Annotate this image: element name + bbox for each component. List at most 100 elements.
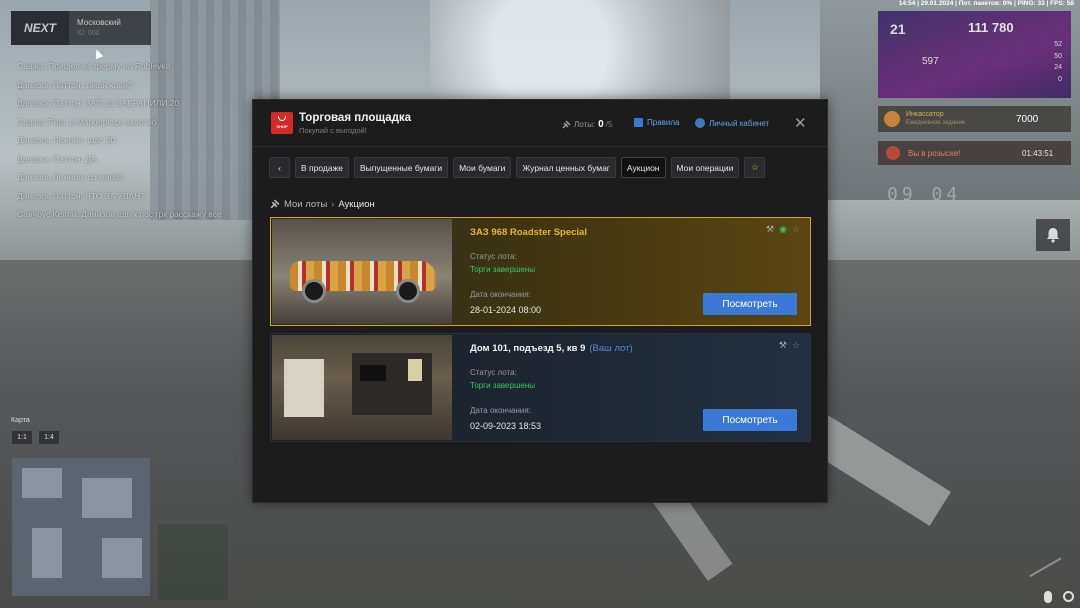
- lot-status: Торги завершены: [470, 265, 535, 274]
- breadcrumb-separator: ›: [331, 199, 335, 210]
- chat-line: Сашка: Пришел на ферму на Rublevka: [17, 61, 171, 71]
- microphone-icon[interactable]: [1044, 591, 1052, 603]
- lot-card: ЗАЗ 968 Roadster Special Статус лота: То…: [270, 217, 811, 326]
- wanted-banner: Вы в розыске! 01:43:51: [878, 141, 1071, 165]
- player-armor: 597: [922, 56, 939, 67]
- tab-my-securities[interactable]: Мои бумаги: [453, 157, 512, 178]
- server-id: ID: 000: [77, 30, 100, 37]
- shop-icon-label: SHOP: [276, 123, 288, 129]
- chat-line: Даниэль Паттон: такой клан?: [17, 79, 133, 90]
- chat-line: Даниэль Паттон: ЗАП 26 ЗАБРАНИЛИ 20: [17, 98, 180, 108]
- window-subtitle: Покупай с выгодой!: [299, 126, 367, 135]
- gavel-icon: [270, 199, 280, 209]
- window-header: SHOP Торговая площадка Покупай с выгодой…: [253, 100, 827, 147]
- lot-date-label: Дата окончания:: [470, 406, 531, 415]
- lot-date-label: Дата окончания:: [470, 290, 531, 299]
- stat-value: 0: [1058, 75, 1062, 83]
- lot-card: Дом 101, подъезд 5, кв 9 (Ваш лот) Статус…: [270, 333, 811, 442]
- lot-status: Торги завершены: [470, 381, 535, 390]
- player-money: 111 780: [968, 20, 1014, 35]
- map-block: [82, 478, 132, 518]
- radio-icon[interactable]: [1063, 591, 1074, 602]
- chat-line: Даниэль Лежнин: со мной?: [17, 172, 124, 182]
- wanted-label: Вы в розыске!: [908, 148, 961, 158]
- map-label: Карта: [11, 417, 30, 424]
- map-zoom-1-1[interactable]: 1:1: [12, 431, 32, 444]
- chat-log: Сашка: Пришел на ферму на Rublevka Даниэ…: [17, 57, 267, 224]
- stat-value: 50: [1054, 52, 1062, 60]
- quest-icon: [884, 111, 900, 127]
- map-zoom-1-4[interactable]: 1:4: [39, 431, 59, 444]
- map-block: [102, 538, 142, 578]
- siren-icon: [886, 146, 900, 160]
- stat-value: 52: [1054, 41, 1062, 48]
- favorites-star-button[interactable]: ☆: [744, 157, 766, 178]
- lot-status-label: Статус лота:: [470, 252, 517, 261]
- signal-icon: ◉: [779, 224, 787, 234]
- quest-subtitle: Ежедневное задание: [906, 120, 966, 126]
- lots-counter: Лоты: 0 /5: [561, 119, 612, 130]
- lot-name: Дом 101, подъезд 5, кв 9 (Ваш лот): [470, 343, 633, 354]
- tab-auction[interactable]: Аукцион: [620, 157, 666, 178]
- marketplace-window: SHOP Торговая площадка Покупай с выгодой…: [252, 99, 828, 503]
- lots-label: Лоты:: [574, 120, 596, 129]
- breadcrumb: Мои лоты › Аукцион: [269, 199, 375, 210]
- own-lot-badge: (Ваш лот): [589, 343, 633, 354]
- server-logo: NEXT: [11, 11, 69, 45]
- tab-bar: ‹ В продаже Выпущенные бумаги Мои бумаги…: [269, 157, 770, 178]
- lot-image: [272, 219, 452, 324]
- daily-quest[interactable]: Инкассатор Ежедневное задание 7000: [878, 106, 1071, 132]
- quest-title: Инкассатор: [906, 111, 944, 118]
- close-button[interactable]: ✕: [794, 114, 807, 132]
- bell-icon: [1047, 228, 1059, 243]
- server-name: Московский: [77, 18, 121, 27]
- lot-date: 28-01-2024 08:00: [470, 305, 542, 315]
- shop-icon: SHOP: [271, 112, 293, 134]
- personal-cabinet-link[interactable]: Личный кабинет: [695, 118, 769, 128]
- star-icon[interactable]: ☆: [792, 340, 800, 351]
- minimap[interactable]: [12, 458, 150, 596]
- lot-image: [272, 335, 452, 440]
- breadcrumb-my-lots[interactable]: Мои лоты: [284, 199, 327, 210]
- quest-reward: 7000: [1016, 113, 1039, 125]
- lots-total: /5: [605, 120, 613, 129]
- status-bar: 14:54 | 29.01.2024 | Пот. пакетов: 0% | …: [898, 0, 1074, 7]
- wanted-timer: 01:43:51: [1022, 148, 1054, 158]
- tab-my-operations[interactable]: Мои операции: [670, 157, 740, 178]
- game-clock: 09 04: [887, 184, 962, 205]
- rules-label: Правила: [647, 118, 680, 127]
- star-icon[interactable]: ☆: [792, 224, 800, 235]
- quick-slots: [158, 524, 228, 600]
- tab-securities-journal[interactable]: Журнал ценных бумаг: [516, 157, 616, 178]
- gavel-icon: ⚒: [765, 224, 775, 234]
- gavel-icon: [562, 119, 571, 129]
- document-icon: [634, 118, 643, 127]
- window-title: Торговая площадка: [299, 112, 412, 124]
- lot-date: 02-09-2023 18:53: [470, 421, 542, 431]
- view-button[interactable]: Посмотреть: [703, 293, 797, 315]
- player-stats-panel: 21 111 780 597 52 50 24 0: [878, 11, 1071, 98]
- back-button[interactable]: ‹: [269, 157, 290, 178]
- map-block: [22, 468, 62, 498]
- cabinet-label: Личный кабинет: [709, 118, 770, 128]
- tab-on-sale[interactable]: В продаже: [295, 157, 350, 178]
- player-level: 21: [890, 21, 906, 37]
- lot-status-label: Статус лота:: [470, 368, 517, 377]
- server-badge: NEXT Московский ID: 000: [11, 11, 151, 45]
- lot-name: ЗАЗ 968 Roadster Special: [470, 227, 587, 238]
- map-block: [32, 528, 62, 578]
- chat-line: Сашка: Paul: в Marketplace завозно: [17, 116, 157, 127]
- lot-title: Дом 101, подъезд 5, кв 9: [470, 343, 586, 354]
- notification-button[interactable]: [1036, 219, 1070, 251]
- gavel-icon: ⚒: [778, 340, 787, 350]
- chat-line: Даниэль Паттон: ДА: [17, 153, 97, 164]
- chat-line: Санчоус Келли: Даниэль едь к пос грк рас…: [17, 209, 222, 219]
- rules-link[interactable]: Правила: [634, 118, 679, 127]
- chat-line: Даниэль Лежнин: щас 20: [17, 135, 116, 145]
- chat-line: Даниэль Паттон: ЧТО ЗА КЛАН?: [17, 190, 145, 201]
- view-button[interactable]: Посмотреть: [703, 409, 797, 431]
- breadcrumb-current: Аукцион: [338, 199, 375, 210]
- user-icon: [695, 118, 705, 128]
- lots-count: 0: [598, 119, 604, 130]
- tab-issued-securities[interactable]: Выпущенные бумаги: [354, 157, 449, 178]
